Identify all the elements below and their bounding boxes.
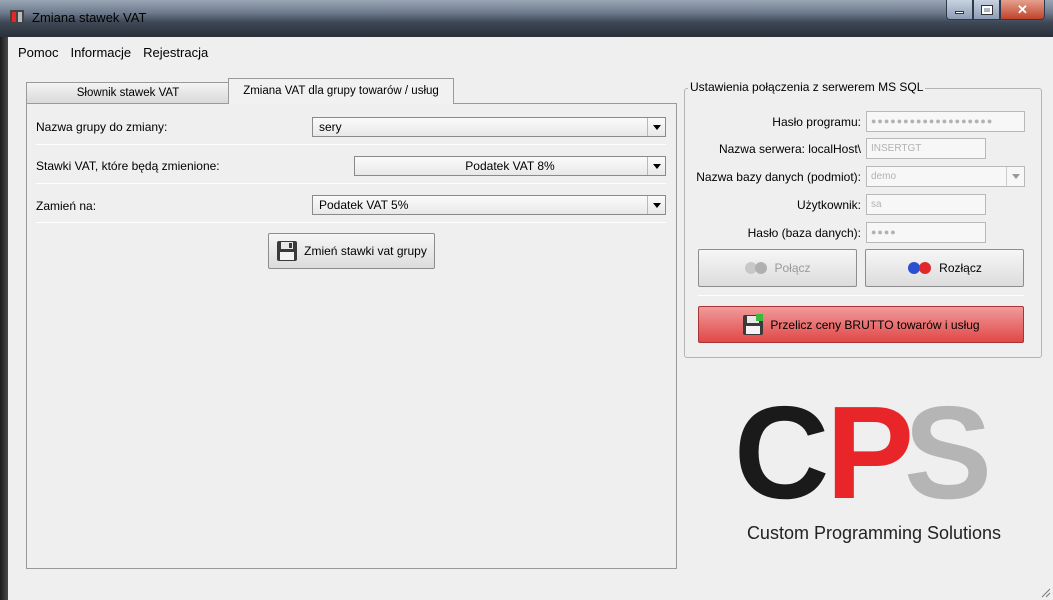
menu-pomoc[interactable]: Pomoc bbox=[12, 45, 64, 60]
rates-value: Podatek VAT 8% bbox=[465, 159, 555, 173]
connect-button[interactable]: Połącz bbox=[698, 249, 857, 287]
replace-label: Zamień na: bbox=[36, 199, 97, 213]
title-bar: Zmiana stawek VAT ✕ bbox=[0, 0, 1053, 37]
database-value: demo bbox=[871, 171, 897, 182]
change-vat-button[interactable]: Zmień stawki vat grupy bbox=[268, 233, 435, 269]
save-icon bbox=[277, 241, 298, 261]
logo-letter-c: C bbox=[734, 379, 829, 526]
resize-grip-icon[interactable] bbox=[1039, 586, 1051, 598]
disconnect-button[interactable]: Rozłącz bbox=[865, 249, 1024, 287]
database-label: Nazwa bazy danych (podmiot): bbox=[696, 170, 861, 184]
tab-vat-dictionary[interactable]: Słownik stawek VAT bbox=[26, 82, 230, 103]
program-password-field[interactable]: ●●●●●●●●●●●●●●●●●●● bbox=[866, 111, 1025, 132]
program-password-label: Hasło programu: bbox=[772, 115, 861, 129]
client-area: Pomoc Informacje Rejestracja Słownik sta… bbox=[8, 37, 1053, 600]
divider bbox=[36, 183, 666, 184]
chevron-down-icon bbox=[1006, 167, 1024, 186]
app-icon bbox=[10, 10, 24, 24]
menu-rejestracja[interactable]: Rejestracja bbox=[137, 45, 214, 60]
server-name-field[interactable]: INSERTGT bbox=[866, 138, 986, 159]
save-icon bbox=[743, 313, 764, 335]
group-name-value: sery bbox=[319, 120, 342, 134]
divider bbox=[36, 222, 666, 223]
recalculate-brutto-label: Przelicz ceny BRUTTO towarów i usług bbox=[770, 317, 980, 332]
disconnect-button-label: Rozłącz bbox=[939, 261, 982, 275]
chevron-down-icon bbox=[647, 157, 665, 175]
db-password-field[interactable]: ●●●● bbox=[866, 222, 986, 243]
minimize-icon bbox=[955, 11, 964, 14]
replace-value: Podatek VAT 5% bbox=[319, 198, 409, 212]
recalculate-brutto-button[interactable]: Przelicz ceny BRUTTO towarów i usług bbox=[698, 306, 1024, 343]
tab-panel: Nazwa grupy do zmiany: sery Stawki VAT, … bbox=[26, 103, 677, 569]
menu-informacje[interactable]: Informacje bbox=[64, 45, 137, 60]
replace-combo[interactable]: Podatek VAT 5% bbox=[312, 195, 666, 215]
window-left-edge bbox=[0, 37, 8, 600]
window-title: Zmiana stawek VAT bbox=[32, 10, 147, 25]
logo-letter-p: P bbox=[826, 379, 914, 526]
group-name-combo[interactable]: sery bbox=[312, 117, 666, 137]
user-field[interactable]: sa bbox=[866, 194, 986, 215]
logo-letter-s: S bbox=[904, 379, 992, 526]
unplug-icon bbox=[908, 262, 932, 274]
server-settings-title: Ustawienia połączenia z serwerem MS SQL bbox=[688, 80, 926, 94]
change-vat-button-label: Zmień stawki vat grupy bbox=[304, 244, 427, 258]
rates-combo[interactable]: Podatek VAT 8% bbox=[354, 156, 666, 176]
connect-button-label: Połącz bbox=[774, 261, 811, 275]
chevron-down-icon bbox=[647, 196, 665, 214]
maximize-button[interactable] bbox=[973, 0, 1000, 20]
plug-icon bbox=[745, 262, 768, 274]
rates-label: Stawki VAT, które będą zmienione: bbox=[36, 159, 220, 173]
chevron-down-icon bbox=[647, 118, 665, 136]
close-icon: ✕ bbox=[1017, 2, 1028, 17]
close-button[interactable]: ✕ bbox=[1000, 0, 1045, 20]
user-label: Użytkownik: bbox=[796, 198, 861, 212]
server-name-label: Nazwa serwera: localHost\ bbox=[718, 142, 861, 156]
tab-change-group-vat[interactable]: Zmiana VAT dla grupy towarów / usług bbox=[228, 78, 454, 104]
cps-logo: C P S Custom Programming Solutions bbox=[724, 387, 1024, 557]
minimize-button[interactable] bbox=[946, 0, 973, 20]
divider bbox=[36, 144, 666, 145]
db-password-label: Hasło (baza danych): bbox=[747, 226, 861, 240]
group-name-label: Nazwa grupy do zmiany: bbox=[36, 120, 168, 134]
database-combo[interactable]: demo bbox=[866, 166, 1025, 187]
menu-bar: Pomoc Informacje Rejestracja bbox=[8, 37, 1053, 67]
divider bbox=[698, 295, 1024, 296]
maximize-icon bbox=[980, 4, 993, 15]
logo-tagline: Custom Programming Solutions bbox=[746, 523, 1002, 543]
